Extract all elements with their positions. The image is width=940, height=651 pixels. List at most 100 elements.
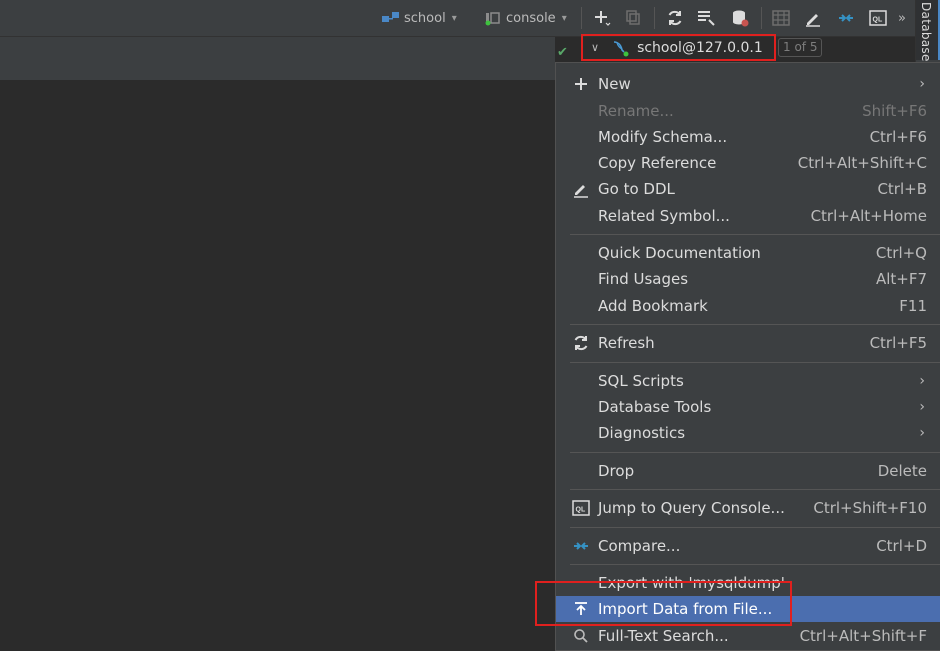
menu-item-label: SQL Scripts [598, 372, 684, 390]
menu-item-go-to-ddl[interactable]: Go to DDL Ctrl+B [556, 176, 940, 202]
menu-item-compare[interactable]: Compare... Ctrl+D [556, 533, 940, 559]
menu-item-shortcut: Ctrl+Alt+Shift+C [797, 154, 927, 172]
menu-item-label: Quick Documentation [598, 244, 761, 262]
query-console-icon: QL [571, 498, 591, 518]
menu-item-shortcut: Delete [877, 462, 927, 480]
menu-item-shortcut: Ctrl+F6 [869, 128, 927, 146]
console-icon [484, 10, 502, 26]
menu-item-shortcut: Ctrl+Shift+F10 [813, 499, 927, 517]
menu-item-label: Rename... [598, 102, 674, 120]
menu-item-shortcut: Shift+F6 [862, 102, 927, 120]
menu-item-label: Find Usages [598, 270, 689, 288]
menu-item-shortcut: Ctrl+F5 [869, 334, 927, 352]
menu-separator [570, 489, 940, 490]
chevron-down-icon: ▾ [561, 12, 567, 24]
datasource-name: school@127.0.0.1 [637, 39, 763, 56]
svg-text:QL: QL [873, 17, 883, 24]
menu-item-shortcut: Ctrl+D [876, 537, 927, 555]
submenu-arrow-icon: › [919, 399, 925, 415]
menu-item-label: Go to DDL [598, 180, 675, 198]
menu-item-label: Database Tools [598, 398, 712, 416]
main-toolbar: school ▾ console ▾ QL » [0, 0, 915, 37]
menu-item-label: Add Bookmark [598, 297, 708, 315]
chevron-down-icon: ▾ [451, 12, 457, 24]
menu-item-quick-documentation[interactable]: Quick Documentation Ctrl+Q [556, 240, 940, 266]
search-icon [571, 626, 591, 646]
table-icon[interactable] [771, 8, 791, 28]
menu-item-related-symbol[interactable]: Related Symbol... Ctrl+Alt+Home [556, 203, 940, 229]
refresh-icon[interactable] [665, 8, 685, 28]
toolbar-separator [654, 7, 655, 29]
menu-item-label: Full-Text Search... [598, 627, 729, 645]
menu-separator [570, 527, 940, 528]
menu-item-sql-scripts[interactable]: SQL Scripts › [556, 368, 940, 394]
menu-item-rename[interactable]: Rename... Shift+F6 [556, 98, 940, 124]
menu-item-diagnostics[interactable]: Diagnostics › [556, 420, 940, 446]
menu-separator [570, 362, 940, 363]
menu-item-database-tools[interactable]: Database Tools › [556, 394, 940, 420]
datasource-label: school [404, 10, 446, 26]
menu-item-label: Drop [598, 462, 635, 480]
menu-item-shortcut: Ctrl+Alt+Home [810, 207, 927, 225]
menu-item-label: Modify Schema... [598, 128, 728, 146]
toolbar-separator [581, 7, 582, 29]
menu-item-modify-schema[interactable]: Modify Schema... Ctrl+F6 [556, 124, 940, 150]
database-tool-label: Database [919, 2, 933, 62]
menu-item-label: Refresh [598, 334, 655, 352]
plus-icon [571, 74, 591, 94]
upload-icon [571, 599, 591, 619]
datasource-icon [381, 10, 401, 26]
menu-separator [570, 564, 940, 565]
chevron-down-icon: ∨ [591, 41, 600, 54]
menu-item-refresh[interactable]: Refresh Ctrl+F5 [556, 330, 940, 356]
menu-item-full-text-search[interactable]: Full-Text Search... Ctrl+Alt+Shift+F [556, 623, 940, 649]
duplicate-icon[interactable] [624, 8, 644, 28]
compare-icon [571, 536, 591, 556]
menu-separator [570, 452, 940, 453]
menu-item-shortcut: Ctrl+Alt+Shift+F [799, 627, 927, 645]
toolbar-separator [761, 7, 762, 29]
menu-item-new[interactable]: New › [556, 71, 940, 97]
submenu-arrow-icon: › [919, 373, 925, 389]
menu-item-drop[interactable]: Drop Delete [556, 458, 940, 484]
console-selector[interactable]: console ▾ [484, 0, 567, 36]
connected-check-icon: ✔ [557, 45, 568, 60]
more-icon[interactable]: » [894, 8, 910, 28]
add-icon[interactable] [592, 8, 612, 28]
menu-item-label: New [598, 75, 631, 93]
editor-area[interactable] [0, 81, 555, 651]
editor-tab-strip [0, 37, 555, 81]
database-properties-icon[interactable] [730, 8, 750, 28]
menu-item-shortcut: F11 [899, 297, 927, 315]
pencil-icon [571, 179, 591, 199]
menu-item-label: Diagnostics [598, 424, 686, 442]
menu-item-jump-to-query-console[interactable]: QL Jump to Query Console... Ctrl+Shift+F… [556, 495, 940, 521]
submenu-arrow-icon: › [919, 425, 925, 441]
menu-item-import-data-from-file[interactable]: Import Data from File... [556, 596, 940, 622]
schema-sync-icon[interactable] [696, 8, 716, 28]
datasource-selector[interactable]: school ▾ [381, 0, 457, 36]
compare-icon[interactable] [836, 8, 856, 28]
console-label: console [506, 10, 556, 26]
query-console-icon[interactable]: QL [868, 8, 888, 28]
menu-item-add-bookmark[interactable]: Add Bookmark F11 [556, 293, 940, 319]
menu-item-copy-reference[interactable]: Copy Reference Ctrl+Alt+Shift+C [556, 150, 940, 176]
menu-separator [570, 324, 940, 325]
svg-text:QL: QL [576, 507, 586, 514]
edit-icon[interactable] [803, 8, 823, 28]
menu-item-shortcut: Ctrl+Q [875, 244, 927, 262]
refresh-icon [571, 333, 591, 353]
menu-item-label: Export with 'mysqldump' [598, 574, 785, 592]
submenu-arrow-icon: › [919, 76, 925, 92]
database-tool-tab[interactable]: Database [916, 0, 940, 62]
menu-item-export-mysqldump[interactable]: Export with 'mysqldump' [556, 570, 940, 596]
menu-item-label: Import Data from File... [598, 600, 773, 618]
mysql-icon [611, 39, 629, 57]
menu-item-find-usages[interactable]: Find Usages Alt+F7 [556, 266, 940, 292]
menu-item-shortcut: Alt+F7 [875, 270, 927, 288]
menu-item-label: Jump to Query Console... [598, 499, 785, 517]
menu-item-label: Related Symbol... [598, 207, 730, 225]
context-menu: New › Rename... Shift+F6 Modify Schema..… [555, 62, 940, 651]
menu-separator [570, 234, 940, 235]
datasource-breadcrumb[interactable]: ∨ school@127.0.0.1 [581, 34, 776, 61]
